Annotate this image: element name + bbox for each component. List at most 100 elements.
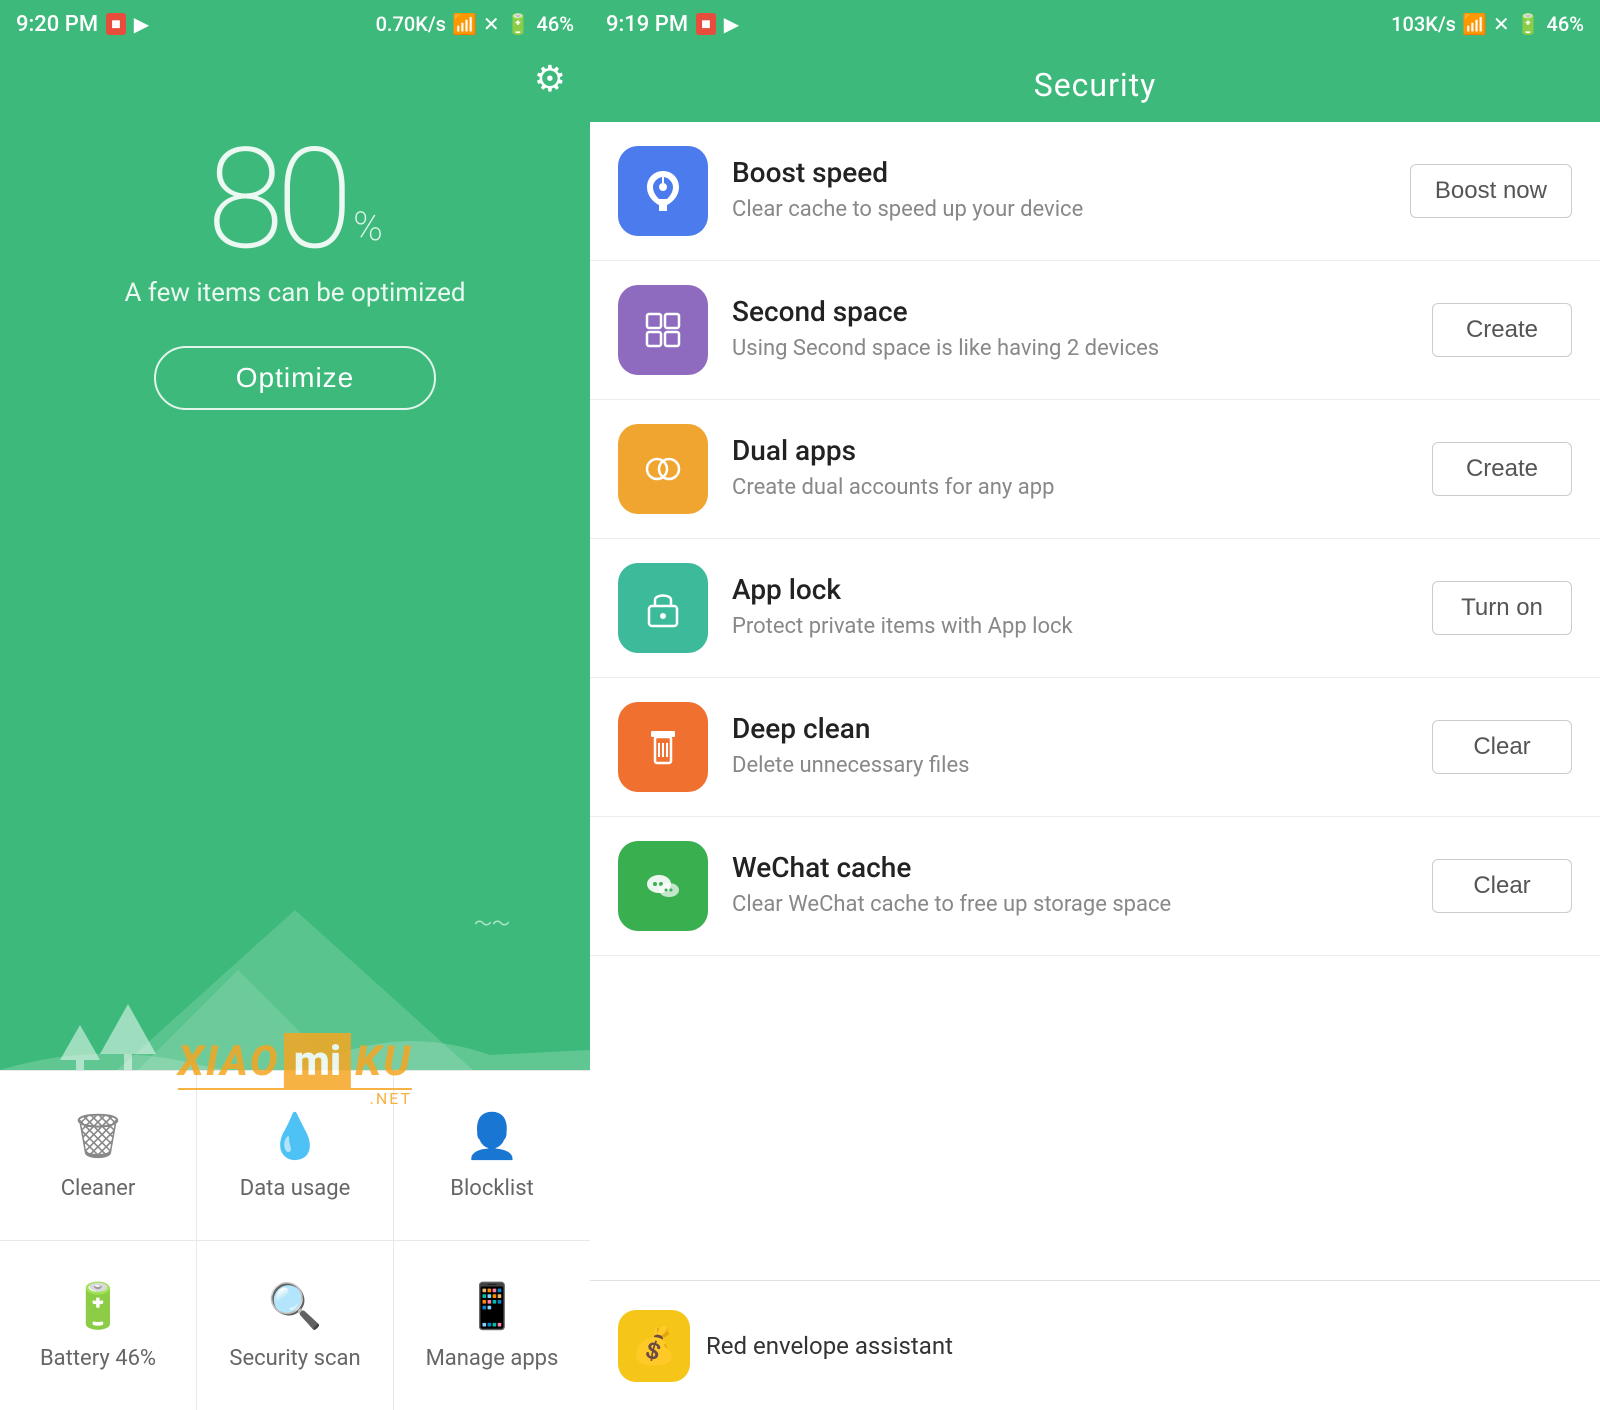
security-scan-label: Security scan xyxy=(229,1346,360,1371)
app-lock-subtitle: Protect private items with App lock xyxy=(732,612,1408,643)
wifi-icon: 📶 xyxy=(452,12,477,36)
deep-clean-title: Deep clean xyxy=(732,712,1408,745)
red-envelope-icon: 💰 xyxy=(618,1310,690,1382)
grid-cell-security-scan[interactable]: 🔍 Security scan xyxy=(197,1241,394,1410)
security-item-second-space: Second space Using Second space is like … xyxy=(590,261,1600,400)
wechat-button[interactable]: Clear xyxy=(1432,859,1572,913)
app-lock-text: App lock Protect private items with App … xyxy=(732,573,1408,643)
battery-right: 46% xyxy=(1547,12,1584,36)
score-subtitle: A few items can be optimized xyxy=(124,278,465,308)
wifi-icon-right: 📶 xyxy=(1462,12,1487,36)
watermark-ku: KU xyxy=(355,1037,412,1086)
second-space-subtitle: Using Second space is like having 2 devi… xyxy=(732,334,1408,365)
birds-decoration: 〜〜 xyxy=(474,910,510,936)
status-bar-right: 9:19 PM ■ ▶ 103K/s 📶 ✕ 🔋 46% xyxy=(590,0,1600,48)
boost-speed-text: Boost speed Clear cache to speed up your… xyxy=(732,156,1386,226)
battery-icon-right: 🔋 xyxy=(1516,12,1541,36)
network-speed-right: 103K/s xyxy=(1391,12,1456,36)
red-envelope-label: Red envelope assistant xyxy=(706,1332,953,1360)
signal-icon-right: ✕ xyxy=(1493,12,1510,36)
data-usage-icon: 💧 xyxy=(268,1110,323,1162)
app-lock-button[interactable]: Turn on xyxy=(1432,581,1572,635)
time-left: 9:20 PM xyxy=(16,12,98,37)
app-lock-icon xyxy=(618,563,708,653)
grid-cell-blocklist[interactable]: 👤 Blocklist xyxy=(394,1071,590,1240)
dual-apps-subtitle: Create dual accounts for any app xyxy=(732,473,1408,504)
settings-icon[interactable]: ⚙ xyxy=(534,58,566,100)
battery-label: Battery 46% xyxy=(40,1346,156,1371)
security-item-boost-speed: Boost speed Clear cache to speed up your… xyxy=(590,122,1600,261)
recording-icon-right: ■ xyxy=(696,13,716,35)
boost-speed-button[interactable]: Boost now xyxy=(1410,164,1572,218)
battery-cell-icon: 🔋 xyxy=(71,1280,126,1332)
right-header: Security xyxy=(590,48,1600,122)
security-item-deep-clean: Deep clean Delete unnecessary files Clea… xyxy=(590,678,1600,817)
right-panel: 9:19 PM ■ ▶ 103K/s 📶 ✕ 🔋 46% Security xyxy=(590,0,1600,1410)
second-space-button[interactable]: Create xyxy=(1432,303,1572,357)
score-percent: % xyxy=(353,203,383,250)
security-title: Security xyxy=(1034,66,1157,104)
optimize-button[interactable]: Optimize xyxy=(154,346,436,410)
grid-cell-cleaner[interactable]: 🗑 Cleaner xyxy=(0,1071,197,1240)
deep-clean-subtitle: Delete unnecessary files xyxy=(732,751,1408,782)
boost-speed-subtitle: Clear cache to speed up your device xyxy=(732,195,1386,226)
second-space-icon xyxy=(618,285,708,375)
manage-apps-label: Manage apps xyxy=(426,1346,559,1371)
app-lock-title: App lock xyxy=(732,573,1408,606)
play-icon: ▶ xyxy=(134,12,149,36)
left-panel: 9:20 PM ■ ▶ 0.70K/s 📶 ✕ 🔋 46% ⚙ 80 % A f… xyxy=(0,0,590,1410)
data-usage-label: Data usage xyxy=(240,1176,351,1201)
network-speed-left: 0.70K/s xyxy=(376,12,446,36)
recording-icon: ■ xyxy=(106,13,126,35)
battery-icon: 🔋 xyxy=(506,12,531,36)
time-right: 9:19 PM xyxy=(606,12,688,37)
signal-icon: ✕ xyxy=(483,12,500,36)
right-bottom-bar: 💰 Red envelope assistant xyxy=(590,1280,1600,1410)
battery-left: 46% xyxy=(537,12,574,36)
security-list: Boost speed Clear cache to speed up your… xyxy=(590,122,1600,1280)
status-right-items: 0.70K/s 📶 ✕ 🔋 46% xyxy=(376,12,574,36)
status-right-right: 103K/s 📶 ✕ 🔋 46% xyxy=(1391,12,1584,36)
boost-speed-icon xyxy=(618,146,708,236)
security-scan-icon: 🔍 xyxy=(268,1280,323,1332)
second-space-title: Second space xyxy=(732,295,1408,328)
wechat-text: WeChat cache Clear WeChat cache to free … xyxy=(732,851,1408,921)
status-left-items: 9:20 PM ■ ▶ xyxy=(16,12,149,37)
second-space-text: Second space Using Second space is like … xyxy=(732,295,1408,365)
watermark: XIAO mi KU .NET xyxy=(178,1037,412,1090)
wechat-subtitle: Clear WeChat cache to free up storage sp… xyxy=(732,890,1408,921)
status-right-left: 9:19 PM ■ ▶ xyxy=(606,12,739,37)
grid-row-1: 🗑 Cleaner 💧 Data usage 👤 Blocklist xyxy=(0,1070,590,1240)
score-number: 80 xyxy=(207,130,345,270)
deep-clean-button[interactable]: Clear xyxy=(1432,720,1572,774)
play-icon-right: ▶ xyxy=(724,12,739,36)
dual-apps-button[interactable]: Create xyxy=(1432,442,1572,496)
grid-row-2: 🔋 Battery 46% 🔍 Security scan 📱 Manage a… xyxy=(0,1240,590,1410)
right-bottom-item: 💰 Red envelope assistant xyxy=(590,1310,1600,1382)
cleaner-label: Cleaner xyxy=(61,1176,136,1201)
wechat-icon xyxy=(618,841,708,931)
settings-icon-container: ⚙ xyxy=(0,48,590,110)
watermark-mi: mi xyxy=(284,1033,352,1090)
manage-apps-icon: 📱 xyxy=(465,1280,520,1332)
grid-cell-manage-apps[interactable]: 📱 Manage apps xyxy=(394,1241,590,1410)
score-section: 80 % A few items can be optimized xyxy=(0,110,590,318)
grid-cell-data-usage[interactable]: 💧 Data usage xyxy=(197,1071,394,1240)
cleaner-icon: 🗑 xyxy=(70,1110,126,1162)
security-item-app-lock: App lock Protect private items with App … xyxy=(590,539,1600,678)
wechat-title: WeChat cache xyxy=(732,851,1408,884)
deep-clean-icon xyxy=(618,702,708,792)
bottom-grid: 🗑 Cleaner 💧 Data usage 👤 Blocklist 🔋 Bat… xyxy=(0,1070,590,1410)
grid-cell-battery[interactable]: 🔋 Battery 46% xyxy=(0,1241,197,1410)
blocklist-label: Blocklist xyxy=(450,1176,534,1201)
watermark-net: .NET xyxy=(370,1089,412,1108)
boost-speed-title: Boost speed xyxy=(732,156,1386,189)
status-bar-left: 9:20 PM ■ ▶ 0.70K/s 📶 ✕ 🔋 46% xyxy=(0,0,590,48)
dual-apps-icon xyxy=(618,424,708,514)
dual-apps-title: Dual apps xyxy=(732,434,1408,467)
security-item-dual-apps: Dual apps Create dual accounts for any a… xyxy=(590,400,1600,539)
security-item-wechat: WeChat cache Clear WeChat cache to free … xyxy=(590,817,1600,956)
dual-apps-text: Dual apps Create dual accounts for any a… xyxy=(732,434,1408,504)
watermark-xiao: XIAO xyxy=(178,1037,280,1086)
blocklist-icon: 👤 xyxy=(465,1110,520,1162)
